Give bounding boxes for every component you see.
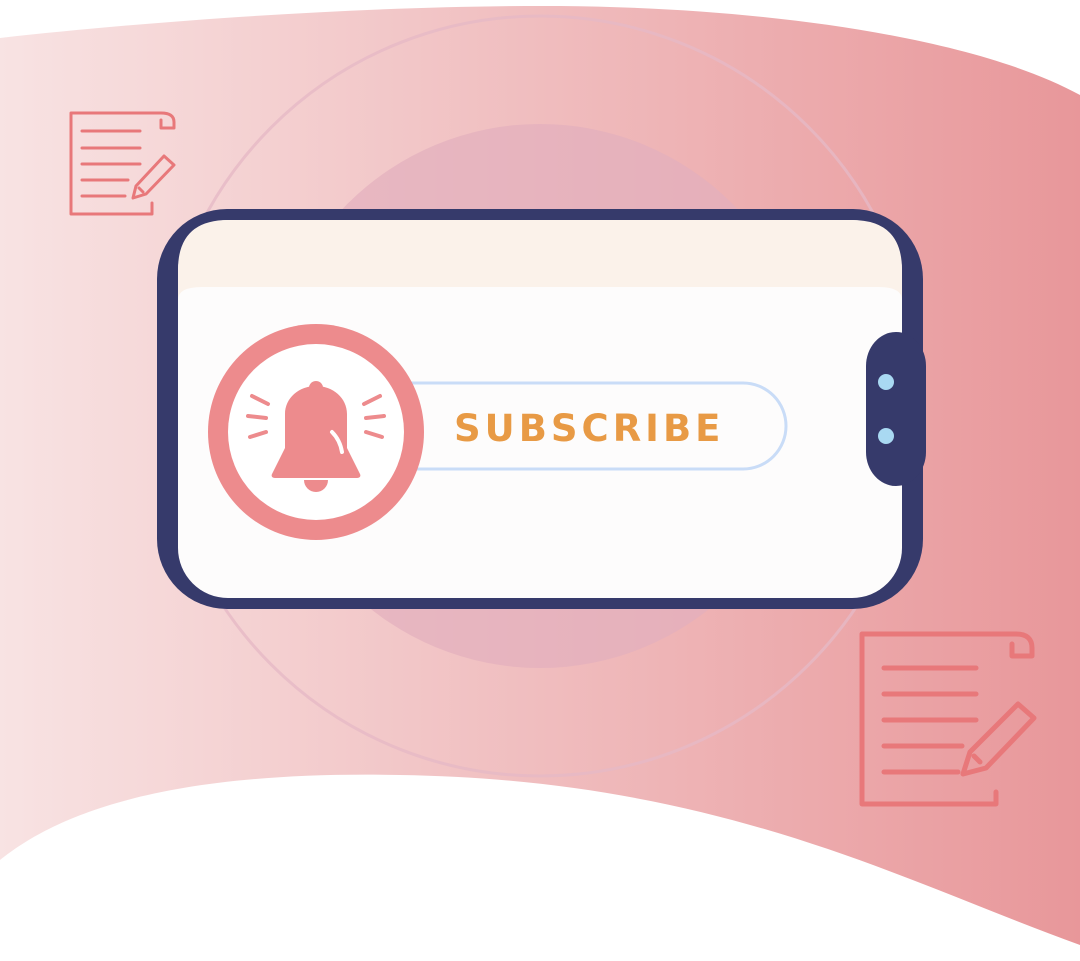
side-notch (866, 332, 926, 486)
side-dot-top (878, 374, 894, 390)
illustration: SUBSCRIBE (0, 0, 1080, 961)
illustration-canvas (0, 5, 1080, 946)
subscribe-label[interactable]: SUBSCRIBE (414, 400, 754, 456)
side-dot-bottom (878, 428, 894, 444)
